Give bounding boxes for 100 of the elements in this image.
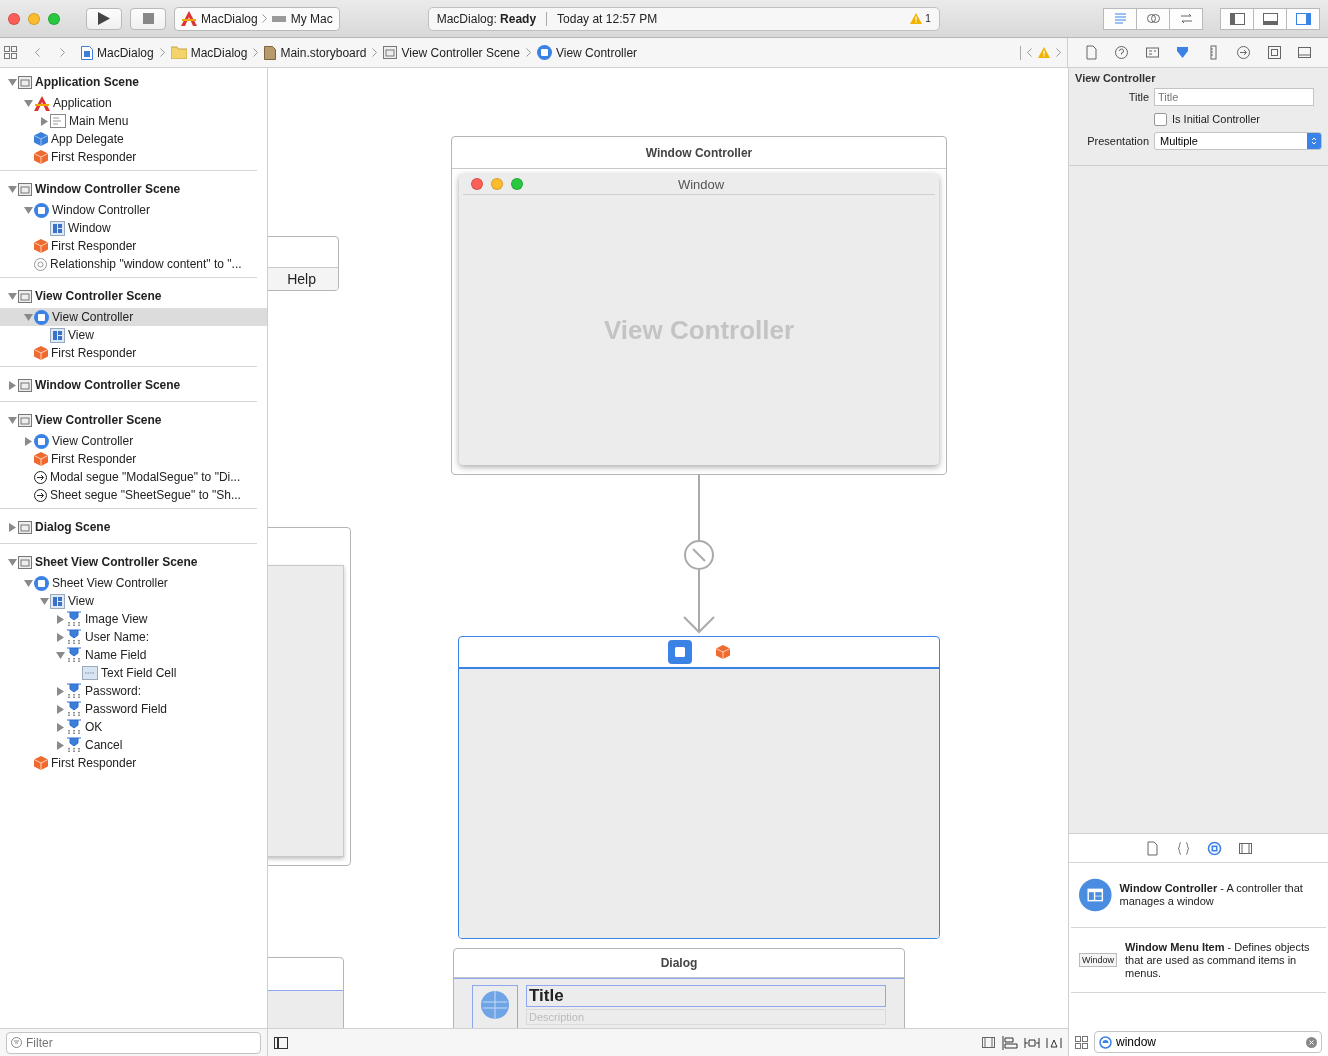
outline-row[interactable]: Password: bbox=[0, 682, 257, 700]
view-controller-icon[interactable] bbox=[668, 640, 692, 664]
disclosure-triangle-icon[interactable] bbox=[7, 184, 17, 194]
outline-row[interactable]: First Responder bbox=[0, 237, 257, 255]
inspector-tab[interactable] bbox=[1114, 45, 1130, 60]
library-tab[interactable] bbox=[1144, 840, 1160, 856]
disclosure-triangle-icon[interactable] bbox=[7, 557, 17, 567]
outline-row[interactable]: Password Field bbox=[0, 700, 257, 718]
title-field[interactable]: Title bbox=[1154, 88, 1314, 106]
inspector-tab[interactable] bbox=[1297, 45, 1313, 60]
outline-row[interactable]: Application Scene bbox=[0, 70, 257, 94]
minimize-button[interactable] bbox=[28, 12, 40, 25]
disclosure-triangle-icon[interactable] bbox=[39, 116, 49, 126]
inspector-tab[interactable] bbox=[1175, 45, 1191, 60]
panel-toggle-button[interactable] bbox=[1220, 7, 1254, 30]
outline-row[interactable]: Window Controller Scene bbox=[0, 373, 257, 397]
zoom-button[interactable] bbox=[48, 12, 60, 25]
library-tab[interactable] bbox=[1175, 840, 1191, 856]
library-tab[interactable] bbox=[1237, 840, 1253, 856]
disclosure-triangle-icon[interactable] bbox=[23, 98, 33, 108]
library-search-field[interactable]: window bbox=[1094, 1031, 1322, 1053]
outline-row[interactable]: View Controller Scene bbox=[0, 408, 257, 432]
disclosure-triangle-icon[interactable] bbox=[55, 650, 65, 660]
outline-row[interactable]: Dialog Scene bbox=[0, 515, 257, 539]
disclosure-triangle-icon[interactable] bbox=[23, 205, 33, 215]
outline-row[interactable]: View Controller bbox=[0, 308, 267, 326]
menu-title[interactable]: Help bbox=[287, 271, 316, 287]
outline-row[interactable]: Cancel bbox=[0, 736, 257, 754]
checkbox[interactable] bbox=[1154, 112, 1167, 126]
library-tab[interactable] bbox=[1206, 840, 1222, 856]
outline-row[interactable]: View Controller Scene bbox=[0, 284, 257, 308]
disclosure-triangle-icon[interactable] bbox=[7, 380, 17, 390]
disclosure-triangle-icon[interactable] bbox=[7, 522, 17, 532]
disclosure-triangle-icon[interactable] bbox=[7, 415, 17, 425]
disclosure-triangle-icon[interactable] bbox=[39, 596, 49, 606]
inspector-tab[interactable] bbox=[1083, 45, 1099, 60]
previous-issue-button[interactable] bbox=[1027, 48, 1032, 57]
presentation-popup[interactable]: Multiple bbox=[1154, 132, 1322, 150]
path-item[interactable]: MacDialog bbox=[97, 45, 154, 60]
panel-toggle-button[interactable] bbox=[1253, 7, 1287, 30]
path-item[interactable]: MacDialog bbox=[190, 45, 248, 60]
outline-row[interactable]: Application bbox=[0, 94, 257, 112]
editor-mode-button[interactable] bbox=[1136, 7, 1170, 30]
outline-row[interactable]: First Responder bbox=[0, 754, 257, 772]
inspector-tab[interactable] bbox=[1266, 45, 1282, 60]
outline-row[interactable]: Window Controller bbox=[0, 201, 257, 219]
outline-row[interactable]: OK bbox=[0, 718, 257, 736]
outline-row[interactable]: Main Menu bbox=[0, 112, 257, 130]
disclosure-triangle-icon[interactable] bbox=[55, 704, 65, 714]
outline-row[interactable]: Text Field Cell bbox=[0, 664, 257, 682]
disclosure-triangle-icon[interactable] bbox=[55, 632, 65, 642]
stop-button[interactable] bbox=[130, 7, 166, 30]
inspector-tab[interactable] bbox=[1236, 45, 1252, 60]
outline-row[interactable]: Modal segue "ModalSegue" to "Di... bbox=[0, 468, 257, 486]
forward-button[interactable] bbox=[60, 48, 65, 57]
back-button[interactable] bbox=[35, 48, 40, 57]
filter-field[interactable]: Filter bbox=[6, 1031, 261, 1054]
editor-mode-button[interactable] bbox=[1103, 7, 1137, 30]
outline-row[interactable]: Image View bbox=[0, 610, 257, 628]
outline-row[interactable]: View bbox=[0, 326, 257, 344]
disclosure-triangle-icon[interactable] bbox=[23, 578, 33, 588]
outline-row[interactable]: App Delegate bbox=[0, 130, 257, 148]
resolve-icon[interactable] bbox=[1046, 1035, 1062, 1050]
outline-row[interactable]: View bbox=[0, 592, 257, 610]
editor-mode-button[interactable] bbox=[1169, 7, 1203, 30]
pin-icon[interactable] bbox=[1024, 1035, 1040, 1050]
disclosure-triangle-icon[interactable] bbox=[55, 740, 65, 750]
panel-toggle-button[interactable] bbox=[1286, 7, 1320, 30]
outline-row[interactable]: View Controller bbox=[0, 432, 257, 450]
disclosure-triangle-icon[interactable] bbox=[55, 722, 65, 732]
inspector-tab[interactable] bbox=[1144, 45, 1160, 60]
outline-row[interactable]: Window Controller Scene bbox=[0, 177, 257, 201]
clear-icon[interactable] bbox=[1306, 1036, 1317, 1048]
outline-row[interactable]: First Responder bbox=[0, 148, 257, 166]
disclosure-triangle-icon[interactable] bbox=[23, 312, 33, 322]
outline-row[interactable]: Relationship "window content" to "... bbox=[0, 255, 257, 273]
align-icon[interactable] bbox=[1002, 1035, 1018, 1050]
grid-icon[interactable] bbox=[1075, 1035, 1088, 1049]
outline-row[interactable]: Sheet segue "SheetSegue" to "Sh... bbox=[0, 486, 257, 504]
path-item[interactable]: View Controller Scene bbox=[401, 45, 520, 60]
outline-row[interactable]: Sheet View Controller bbox=[0, 574, 257, 592]
outline-row[interactable]: First Responder bbox=[0, 450, 257, 468]
close-button[interactable] bbox=[8, 12, 20, 25]
path-item[interactable]: Main.storyboard bbox=[280, 45, 367, 60]
disclosure-triangle-icon[interactable] bbox=[55, 614, 65, 624]
outline-row[interactable]: Sheet View Controller Scene bbox=[0, 550, 257, 574]
disclosure-triangle-icon[interactable] bbox=[55, 686, 65, 696]
disclosure-triangle-icon[interactable] bbox=[7, 77, 17, 87]
outline-row[interactable]: Name Field bbox=[0, 646, 257, 664]
sidebar-toggle-icon[interactable] bbox=[274, 1036, 288, 1049]
path-item[interactable]: View Controller bbox=[555, 45, 638, 60]
grid-icon[interactable] bbox=[4, 46, 17, 59]
next-issue-button[interactable] bbox=[1056, 48, 1061, 57]
run-button[interactable] bbox=[86, 7, 122, 30]
outline-row[interactable]: User Name: bbox=[0, 628, 257, 646]
disclosure-triangle-icon[interactable] bbox=[23, 436, 33, 446]
library-search-input[interactable]: window bbox=[1116, 1035, 1302, 1049]
outline-row[interactable]: Window bbox=[0, 219, 257, 237]
disclosure-triangle-icon[interactable] bbox=[7, 291, 17, 301]
scheme-selector[interactable]: MacDialog My Mac bbox=[174, 6, 340, 31]
